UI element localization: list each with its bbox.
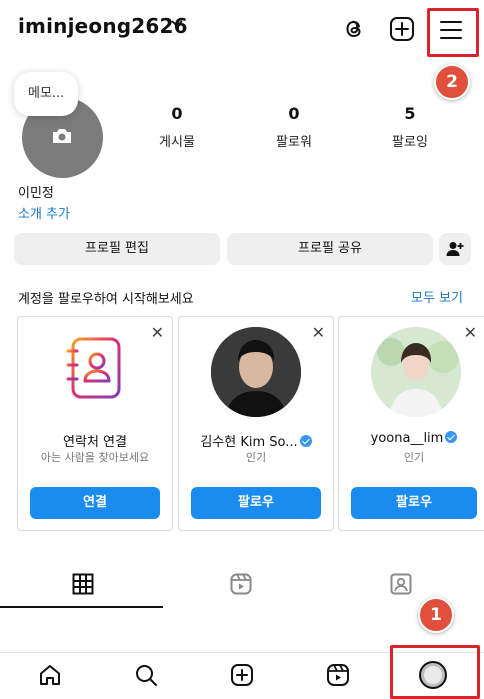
create-post-icon[interactable] <box>230 663 254 687</box>
stat-followers[interactable]: 0 팔로워 <box>234 104 354 150</box>
share-profile-button[interactable]: 프로필 공유 <box>227 233 433 265</box>
add-person-icon <box>446 242 464 256</box>
step-badge-1: 1 <box>418 597 454 633</box>
suggestion-card-contacts[interactable]: ✕ 연락처 연결 아는 사람을 찾아보세요 연결 <box>17 316 173 531</box>
close-icon[interactable]: ✕ <box>312 323 325 342</box>
connect-button[interactable]: 연결 <box>30 487 160 519</box>
chevron-down-icon[interactable] <box>171 20 183 28</box>
active-tab-indicator <box>0 606 163 608</box>
plus-square-icon[interactable] <box>389 16 415 42</box>
card-subtitle: 인기 <box>403 451 425 464</box>
grid-tab-icon[interactable] <box>72 573 94 595</box>
contacts-book-icon <box>63 333 127 403</box>
card-avatar <box>211 327 301 417</box>
profile-nav-avatar[interactable] <box>419 661 447 689</box>
memo-bubble[interactable]: 메모... <box>14 72 79 116</box>
step-badge-2: 2 <box>434 64 470 100</box>
card-name-text: yoona__lim <box>370 431 444 446</box>
card-name: 김수현 Kim So... <box>179 431 333 450</box>
threads-icon[interactable] <box>341 16 367 42</box>
tagged-tab-icon[interactable] <box>390 573 412 595</box>
display-name: 이민정 <box>18 186 54 201</box>
reels-tab-icon[interactable] <box>230 573 252 595</box>
discover-people-button[interactable] <box>439 233 471 265</box>
verified-badge-icon <box>445 431 458 443</box>
stat-followers-label: 팔로워 <box>276 135 312 150</box>
add-bio-link[interactable]: 소개 추가 <box>18 203 70 222</box>
card-subtitle: 인기 <box>245 451 267 464</box>
edit-profile-button[interactable]: 프로필 편집 <box>14 233 220 265</box>
suggestions-title: 계정을 팔로우하여 시작해보세요 <box>18 292 194 307</box>
username-title[interactable]: iminjeong2626 <box>18 14 188 38</box>
stat-posts-label: 게시물 <box>159 135 195 150</box>
see-all-link[interactable]: 모두 보기 <box>411 287 463 306</box>
close-icon[interactable]: ✕ <box>151 323 164 342</box>
suggestion-card-kimsoohyun[interactable]: ✕ 김수현 Kim So... 인기 팔로우 <box>178 316 334 531</box>
stat-following-label: 팔로잉 <box>392 135 428 150</box>
stat-following[interactable]: 5 팔로잉 <box>350 104 470 150</box>
reels-icon[interactable] <box>326 663 350 687</box>
hamburger-menu-icon[interactable] <box>439 19 463 41</box>
stat-followers-count: 0 <box>288 104 300 123</box>
search-icon[interactable] <box>134 663 158 687</box>
camera-icon <box>51 127 73 145</box>
avatar-placeholder <box>424 666 442 684</box>
home-icon[interactable] <box>38 663 62 687</box>
stat-posts-count: 0 <box>171 104 183 123</box>
card-name: 연락처 연결 <box>63 435 127 450</box>
follow-button[interactable]: 팔로우 <box>351 487 477 519</box>
verified-badge-icon <box>299 435 312 447</box>
card-name-text: 김수현 Kim So... <box>200 435 298 450</box>
card-avatar <box>371 327 461 417</box>
suggestion-card-yoona[interactable]: ✕ yoona__lim 인기 팔로우 <box>338 316 484 531</box>
stat-posts[interactable]: 0 게시물 <box>117 104 237 150</box>
close-icon[interactable]: ✕ <box>464 323 477 342</box>
card-name: yoona__lim <box>339 431 484 446</box>
card-subtitle: 아는 사람을 찾아보세요 <box>40 451 150 464</box>
follow-button[interactable]: 팔로우 <box>191 487 321 519</box>
stat-following-count: 5 <box>404 104 416 123</box>
